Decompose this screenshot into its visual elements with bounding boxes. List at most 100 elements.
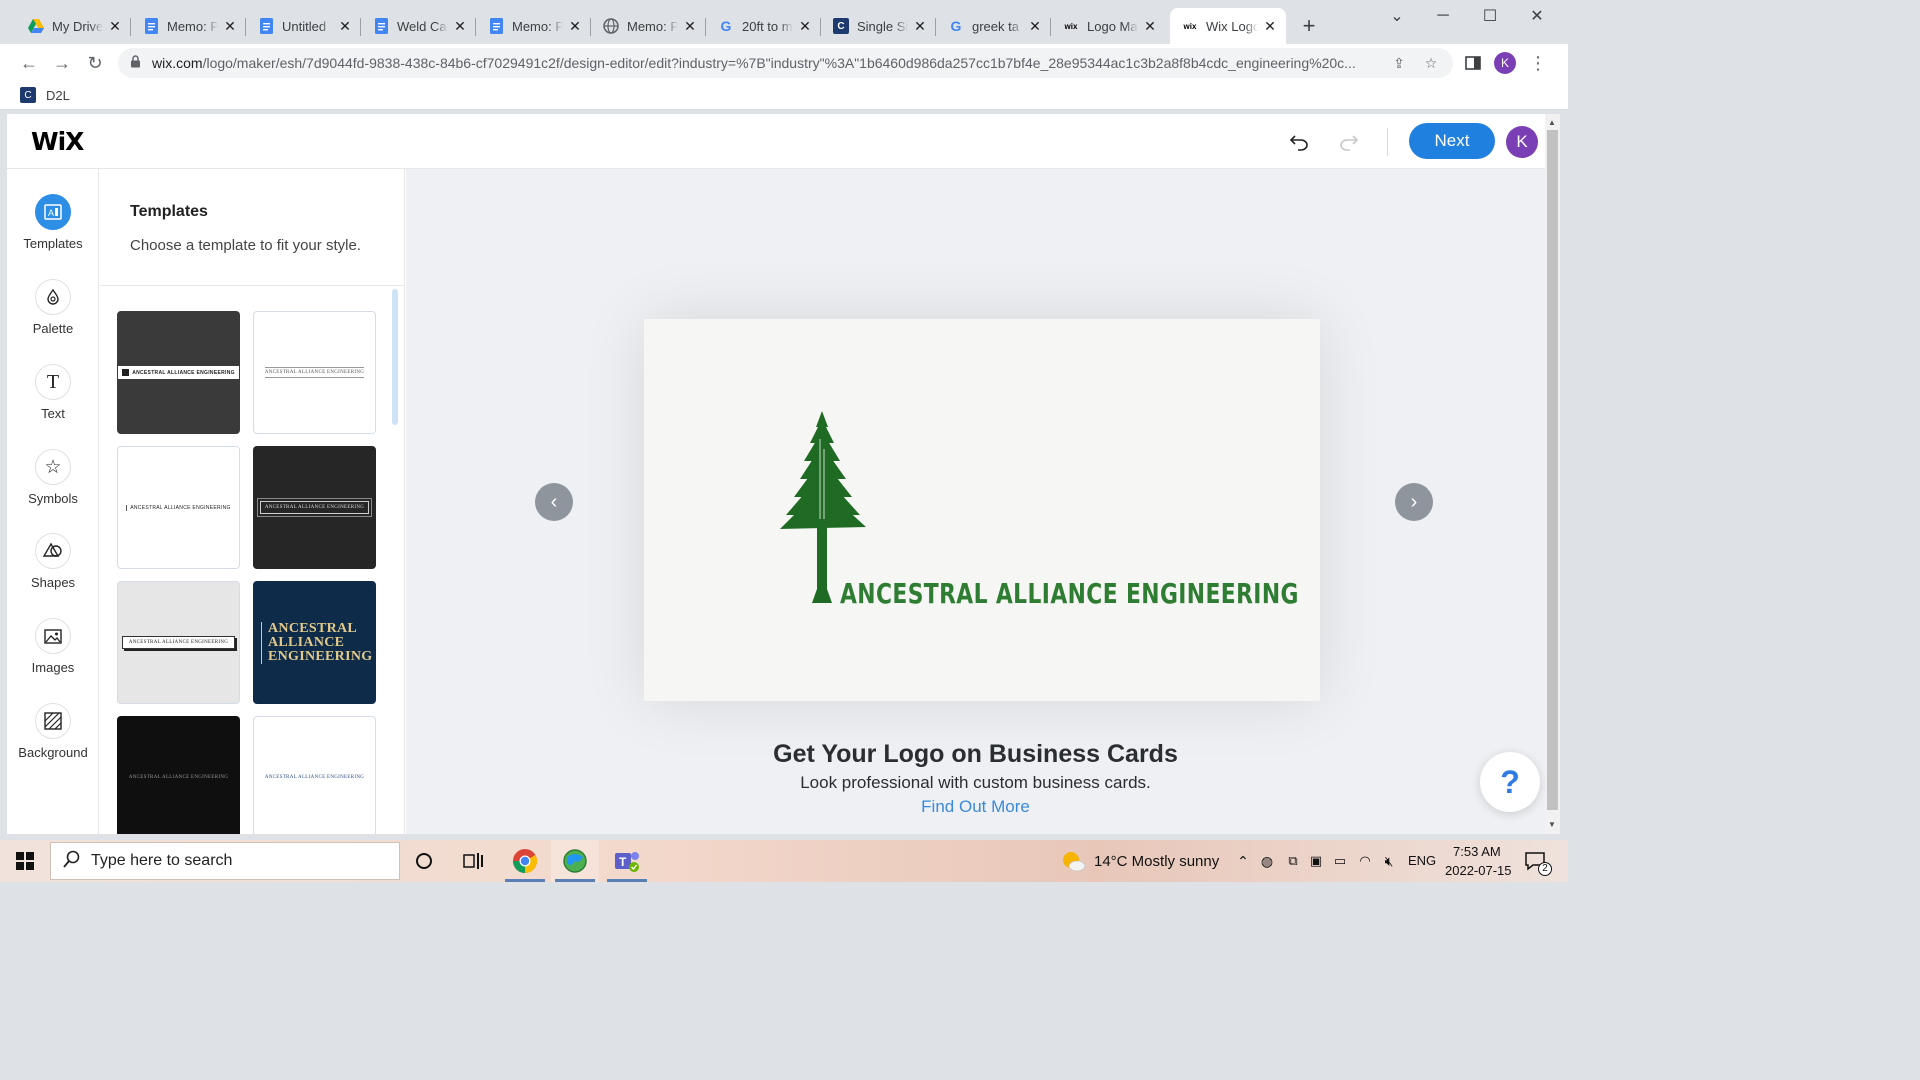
address-bar[interactable]: wix.com/logo/maker/esh/7d9044fd-9838-438… (118, 48, 1453, 78)
side-panel-icon[interactable] (1460, 50, 1486, 76)
cortana-icon[interactable] (411, 848, 437, 874)
task-view-icon[interactable] (460, 848, 486, 874)
tab-title: My Drive (52, 18, 103, 34)
display-icon[interactable]: ▣ (1303, 848, 1329, 874)
windows-taskbar: T 14°C Mostly sunny ⌃ ◍ ⧉ ▣ ▭ ◠ 🔇︎ ENG 7… (0, 840, 1568, 882)
rail-palette[interactable]: Palette (7, 279, 99, 359)
clock-date[interactable]: 2022-07-15 (1445, 863, 1512, 878)
close-tab-icon[interactable]: ✕ (1027, 18, 1043, 34)
close-tab-icon[interactable]: ✕ (912, 18, 928, 34)
rail-images[interactable]: Images (7, 618, 99, 698)
browser-tab-active[interactable]: wix Wix Logo ✕ (1170, 8, 1286, 44)
browser-tab[interactable]: Weld Cal ✕ (361, 8, 476, 44)
wix-logo[interactable]: WiX (31, 127, 84, 156)
wifi-icon[interactable]: ◠ (1352, 848, 1378, 874)
find-out-more-link[interactable]: Find Out More (406, 797, 1545, 817)
template-card[interactable]: ANCESTRAL ALLIANCE ENGINEERING (253, 311, 376, 434)
panel-scrollbar[interactable] (392, 289, 398, 425)
panel-divider (100, 285, 405, 286)
clock-time[interactable]: 7:53 AM (1453, 844, 1501, 859)
template-card[interactable]: ANCESTRAL ALLIANCE ENGINEERING (117, 716, 240, 834)
network-globe-icon[interactable]: ◍ (1254, 848, 1280, 874)
close-tab-icon[interactable]: ✕ (337, 18, 353, 34)
help-button[interactable]: ? (1480, 752, 1540, 812)
maximize-button[interactable]: ☐ (1467, 0, 1513, 32)
reload-icon[interactable]: ↻ (82, 50, 108, 76)
browser-tab[interactable]: My Drive ✕ (16, 8, 131, 44)
tab-search-icon[interactable]: ⌄ (1374, 0, 1420, 32)
taskbar-search[interactable] (50, 842, 400, 880)
profile-avatar[interactable]: K (1494, 52, 1516, 74)
forward-icon[interactable]: → (49, 50, 75, 76)
close-tab-icon[interactable]: ✕ (222, 18, 238, 34)
template-card[interactable]: ANCESTRAL ALLIANCE ENGINEERING (253, 716, 376, 834)
rail-background[interactable]: Background (7, 703, 99, 783)
bookmark-label: D2L (46, 87, 70, 103)
chrome-taskbar-app[interactable] (501, 840, 549, 882)
undo-icon[interactable] (1287, 130, 1311, 154)
search-input[interactable] (91, 852, 381, 870)
page-scrollbar[interactable]: ▲ ▼ (1545, 114, 1560, 834)
shapes-icon (35, 533, 71, 569)
next-arrow-icon[interactable]: › (1395, 483, 1433, 521)
bookmark-d2l[interactable]: C D2L (20, 87, 70, 103)
language-indicator[interactable]: ENG (1408, 853, 1436, 868)
template-card[interactable]: ANCESTRAL ALLIANCE ENGINEERING (253, 581, 376, 704)
template-card[interactable]: ANCESTRAL ALLIANCE ENGINEERING (253, 446, 376, 569)
back-icon[interactable]: ← (16, 50, 42, 76)
close-tab-icon[interactable]: ✕ (797, 18, 813, 34)
close-tab-icon[interactable]: ✕ (1142, 18, 1158, 34)
url-path: /logo/maker/esh/7d9044fd-9838-438c-84b6-… (202, 55, 1356, 71)
share-icon[interactable]: ⇪ (1390, 54, 1408, 72)
browser-tab[interactable]: wix Logo Ma ✕ (1051, 8, 1166, 44)
browser-tab[interactable]: Untitled ✕ (246, 8, 361, 44)
wix-icon: wix (1183, 21, 1197, 31)
close-tab-icon[interactable]: ✕ (1262, 18, 1278, 34)
d2l-icon: C (20, 87, 36, 103)
browser-tab[interactable]: G greek ta ✕ (936, 8, 1051, 44)
menu-kebab-icon[interactable]: ⋮ (1525, 50, 1551, 76)
close-tab-icon[interactable]: ✕ (452, 18, 468, 34)
previous-arrow-icon[interactable]: ‹ (535, 483, 573, 521)
window-close-button[interactable]: ✕ (1514, 0, 1560, 32)
wix-logo-editor: WiX Next K A Templates Palette T Text ☆ … (7, 114, 1545, 834)
scroll-up-icon[interactable]: ▲ (1548, 118, 1556, 127)
logo-preview-card[interactable]: ANCESTRAL ALLIANCE ENGINEERING (644, 319, 1320, 701)
user-avatar[interactable]: K (1506, 126, 1538, 158)
browser-tab[interactable]: Memo: P ✕ (476, 8, 591, 44)
browser-tab[interactable]: G 20ft to m ✕ (706, 8, 821, 44)
lock-icon[interactable] (130, 55, 144, 71)
volume-muted-icon[interactable]: 🔇︎ (1376, 848, 1402, 874)
browser-tab[interactable]: C Single Si ✕ (821, 8, 936, 44)
templates-panel: Templates Choose a template to fit your … (100, 169, 405, 834)
next-button[interactable]: Next (1409, 123, 1495, 159)
scroll-down-icon[interactable]: ▼ (1548, 820, 1556, 829)
browser-tab[interactable]: Memo: P ✕ (591, 8, 706, 44)
rail-shapes[interactable]: Shapes (7, 533, 99, 613)
rail-text[interactable]: T Text (7, 364, 99, 444)
template-card[interactable]: ANCESTRAL ALLIANCE ENGINEERING (117, 581, 240, 704)
windows-start-icon[interactable] (12, 848, 38, 874)
teams-taskbar-app[interactable]: T (603, 840, 651, 882)
url-text[interactable]: wix.com/logo/maker/esh/7d9044fd-9838-438… (152, 55, 1367, 71)
rail-label: Text (41, 406, 65, 421)
rail-templates[interactable]: A Templates (7, 194, 99, 274)
maps-taskbar-app[interactable] (551, 840, 599, 882)
logo-brand-text[interactable]: ANCESTRAL ALLIANCE ENGINEERING (840, 577, 1299, 610)
weather-sun-icon[interactable] (1060, 848, 1086, 874)
rail-symbols[interactable]: ☆ Symbols (7, 449, 99, 529)
battery-icon[interactable]: ▭ (1327, 848, 1353, 874)
template-card[interactable]: ANCESTRAL ALLIANCE ENGINEERING (117, 311, 240, 434)
scrollbar-thumb[interactable] (1547, 130, 1558, 810)
close-tab-icon[interactable]: ✕ (107, 18, 123, 34)
redo-icon[interactable] (1337, 130, 1361, 154)
close-tab-icon[interactable]: ✕ (567, 18, 583, 34)
chevron-up-icon[interactable]: ⌃ (1230, 848, 1256, 874)
template-card[interactable]: ANCESTRAL ALLIANCE ENGINEERING (117, 446, 240, 569)
close-tab-icon[interactable]: ✕ (682, 18, 698, 34)
new-tab-button[interactable]: + (1297, 13, 1321, 38)
bookmark-star-icon[interactable]: ☆ (1422, 54, 1440, 72)
browser-tab[interactable]: Memo: P ✕ (131, 8, 246, 44)
weather-text[interactable]: 14°C Mostly sunny (1094, 853, 1219, 870)
minimize-button[interactable]: ─ (1420, 0, 1466, 32)
